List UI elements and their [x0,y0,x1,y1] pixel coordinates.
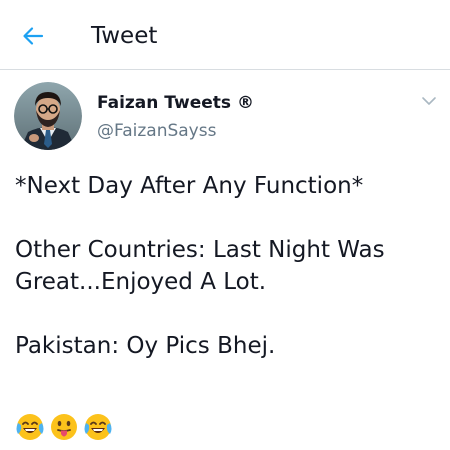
chevron-down-icon [422,97,436,105]
back-button[interactable] [14,17,52,55]
tweet-detail-screen: Tweet Faizan Tweets ® @FaizanSayss *Next… [0,0,450,450]
author-handle[interactable]: @FaizanSayss [97,120,216,142]
avatar[interactable] [14,82,82,150]
emoji-row [15,412,113,442]
tweet-text: *Next Day After Any Function* Other Coun… [15,170,440,362]
face-with-tongue-icon [51,414,77,440]
tweet-line: Other Countries: Last Night Was [15,237,385,263]
tweet-line: *Next Day After Any Function* [15,173,364,199]
author-name[interactable]: Faizan Tweets ® [97,92,254,114]
tweet-line: Pakistan: Oy Pics Bhej. [15,333,276,359]
page-title: Tweet [91,23,158,49]
tweet-menu-button[interactable] [416,88,442,114]
top-app-bar: Tweet [0,0,450,70]
face-with-tears-of-joy-icon [16,414,44,440]
profile-photo [14,82,82,150]
face-with-tears-of-joy-icon [84,414,112,440]
arrow-left-icon [23,27,44,45]
tweet-line: Great...Enjoyed A Lot. [15,269,267,295]
